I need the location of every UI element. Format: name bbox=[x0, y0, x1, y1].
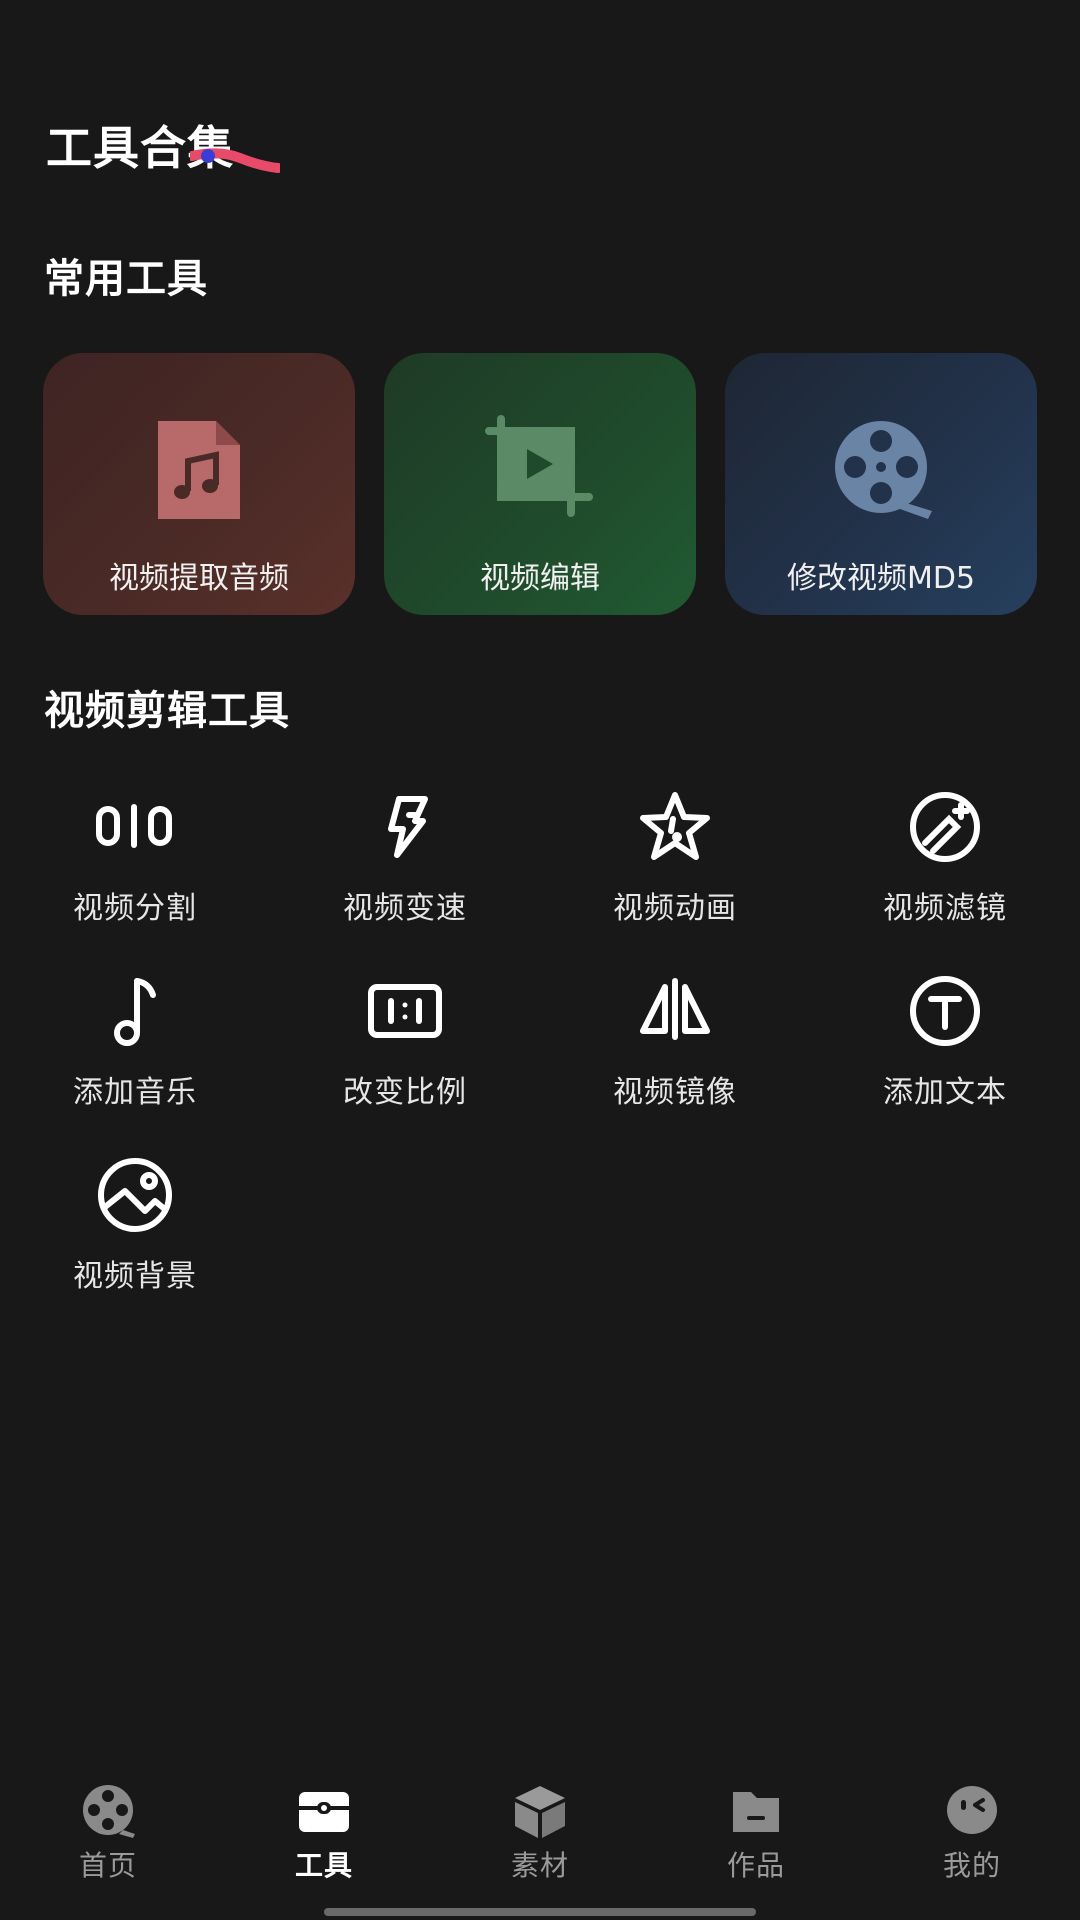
section-title-common-tools: 常用工具 bbox=[44, 256, 208, 302]
animation-star-icon bbox=[640, 792, 710, 860]
tool-change-ratio[interactable]: 改变比例 bbox=[270, 969, 540, 1153]
film-reel-icon bbox=[835, 421, 932, 519]
background-image-icon bbox=[98, 1158, 172, 1232]
title-swoosh-decoration bbox=[190, 148, 280, 173]
toolbox-icon bbox=[299, 1792, 349, 1832]
bottom-nav: 首页 工具 素材 作品 我的 bbox=[0, 1782, 1080, 1892]
ratio-icon bbox=[368, 984, 442, 1038]
folder-icon bbox=[733, 1792, 779, 1832]
card-label: 修改视频MD5 bbox=[786, 561, 976, 596]
mirror-icon bbox=[640, 978, 710, 1040]
tool-label: 视频动画 bbox=[613, 891, 737, 926]
card-label: 视频提取音频 bbox=[109, 561, 289, 596]
tool-video-filter[interactable]: 视频滤镜 bbox=[810, 785, 1080, 969]
film-reel-icon bbox=[83, 1785, 135, 1838]
nav-item-profile[interactable]: 我的 bbox=[864, 1782, 1080, 1892]
tool-label: 视频滤镜 bbox=[883, 891, 1007, 926]
home-indicator bbox=[324, 1908, 756, 1916]
speed-icon bbox=[388, 796, 428, 858]
tool-video-split[interactable]: 视频分割 bbox=[0, 785, 270, 969]
nav-item-home[interactable]: 首页 bbox=[0, 1782, 216, 1892]
featured-tools: 视频提取音频 视频编辑 修改视频MD5 bbox=[43, 353, 1037, 615]
tool-add-text[interactable]: 添加文本 bbox=[810, 969, 1080, 1153]
tool-video-mirror[interactable]: 视频镜像 bbox=[540, 969, 810, 1153]
text-icon bbox=[910, 976, 980, 1046]
section-title-video-edit-tools: 视频剪辑工具 bbox=[44, 688, 290, 734]
card-modify-md5[interactable]: 修改视频MD5 bbox=[725, 353, 1037, 615]
tool-grid: 视频分割 视频变速 视频动画 视频滤镜 添加音乐 改变比例 视频镜像 添加文本 … bbox=[0, 785, 1080, 1337]
tool-label: 视频背景 bbox=[73, 1259, 197, 1294]
nav-item-tools[interactable]: 工具 bbox=[216, 1782, 432, 1892]
tool-label: 添加音乐 bbox=[73, 1075, 197, 1110]
split-icon bbox=[96, 804, 172, 848]
crop-play-icon bbox=[485, 415, 593, 517]
nav-label: 首页 bbox=[78, 1849, 137, 1882]
tool-video-speed[interactable]: 视频变速 bbox=[270, 785, 540, 969]
nav-label: 素材 bbox=[510, 1849, 569, 1882]
nav-item-materials[interactable]: 素材 bbox=[432, 1782, 648, 1892]
tool-label: 视频变速 bbox=[343, 891, 467, 926]
cube-icon bbox=[515, 1786, 565, 1838]
card-video-edit[interactable]: 视频编辑 bbox=[384, 353, 696, 615]
card-label: 视频编辑 bbox=[480, 561, 600, 596]
nav-item-works[interactable]: 作品 bbox=[648, 1782, 864, 1892]
tool-video-animation[interactable]: 视频动画 bbox=[540, 785, 810, 969]
tool-label: 视频镜像 bbox=[613, 1075, 737, 1110]
filter-icon bbox=[910, 792, 980, 862]
nav-label: 作品 bbox=[726, 1849, 785, 1882]
profile-face-icon bbox=[947, 1786, 997, 1834]
tool-label: 改变比例 bbox=[343, 1075, 467, 1110]
audio-file-icon bbox=[158, 421, 240, 519]
tool-add-music[interactable]: 添加音乐 bbox=[0, 969, 270, 1153]
nav-label: 我的 bbox=[942, 1849, 1001, 1882]
tool-label: 添加文本 bbox=[883, 1075, 1007, 1110]
tool-label: 视频分割 bbox=[73, 891, 197, 926]
music-note-icon bbox=[114, 978, 156, 1046]
nav-label: 工具 bbox=[294, 1849, 353, 1882]
tool-video-background[interactable]: 视频背景 bbox=[0, 1153, 270, 1337]
card-extract-audio[interactable]: 视频提取音频 bbox=[43, 353, 355, 615]
